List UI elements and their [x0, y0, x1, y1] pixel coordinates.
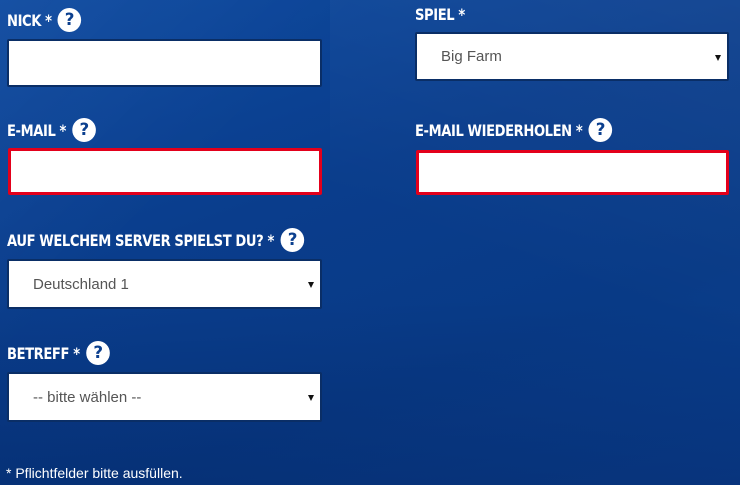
betreff-selected-value: -- bitte wählen --	[33, 388, 142, 406]
email-field[interactable]	[8, 148, 322, 195]
email-label: E-MAIL *	[7, 120, 67, 140]
email-help-icon[interactable]: ?	[72, 118, 96, 142]
spiel-selected-value: Big Farm	[441, 48, 502, 65]
email-label-row: E-MAIL * ?	[7, 117, 96, 143]
spiel-caret-down-icon	[715, 54, 721, 61]
nick-help-icon[interactable]: ?	[57, 8, 82, 32]
betreff-help-icon[interactable]: ?	[85, 341, 110, 365]
spiel-select[interactable]: Big Farm	[415, 32, 729, 81]
email-repeat-field[interactable]	[416, 150, 729, 195]
email-repeat-label: E-MAIL WIEDERHOLEN *	[415, 120, 583, 140]
nick-label: NICK *	[7, 10, 52, 30]
betreff-caret-down-icon	[308, 395, 314, 401]
server-label: AUF WELCHEM SERVER SPIELST DU? *	[7, 230, 274, 250]
server-caret-down-icon	[308, 282, 314, 288]
nick-field[interactable]	[7, 39, 322, 87]
email-repeat-label-row: E-MAIL WIEDERHOLEN * ?	[415, 117, 613, 143]
nick-label-row: NICK * ?	[7, 7, 82, 33]
betreff-select[interactable]: -- bitte wählen --	[7, 372, 322, 422]
spiel-label-row: SPIEL *	[415, 1, 465, 27]
nick-input[interactable]	[9, 41, 320, 85]
server-label-row: AUF WELCHEM SERVER SPIELST DU? * ?	[7, 227, 304, 253]
email-repeat-input[interactable]	[419, 153, 726, 192]
spiel-label: SPIEL *	[415, 4, 465, 24]
server-selected-value: Deutschland 1	[33, 275, 129, 293]
email-input[interactable]	[11, 151, 319, 192]
server-help-icon[interactable]: ?	[280, 228, 304, 252]
betreff-label-row: BETREFF * ?	[7, 340, 110, 366]
email-repeat-help-icon[interactable]: ?	[588, 118, 613, 142]
betreff-label: BETREFF *	[7, 343, 80, 363]
server-select[interactable]: Deutschland 1	[7, 259, 322, 309]
required-fields-note: * Pflichtfelder bitte ausfüllen.	[6, 465, 183, 481]
